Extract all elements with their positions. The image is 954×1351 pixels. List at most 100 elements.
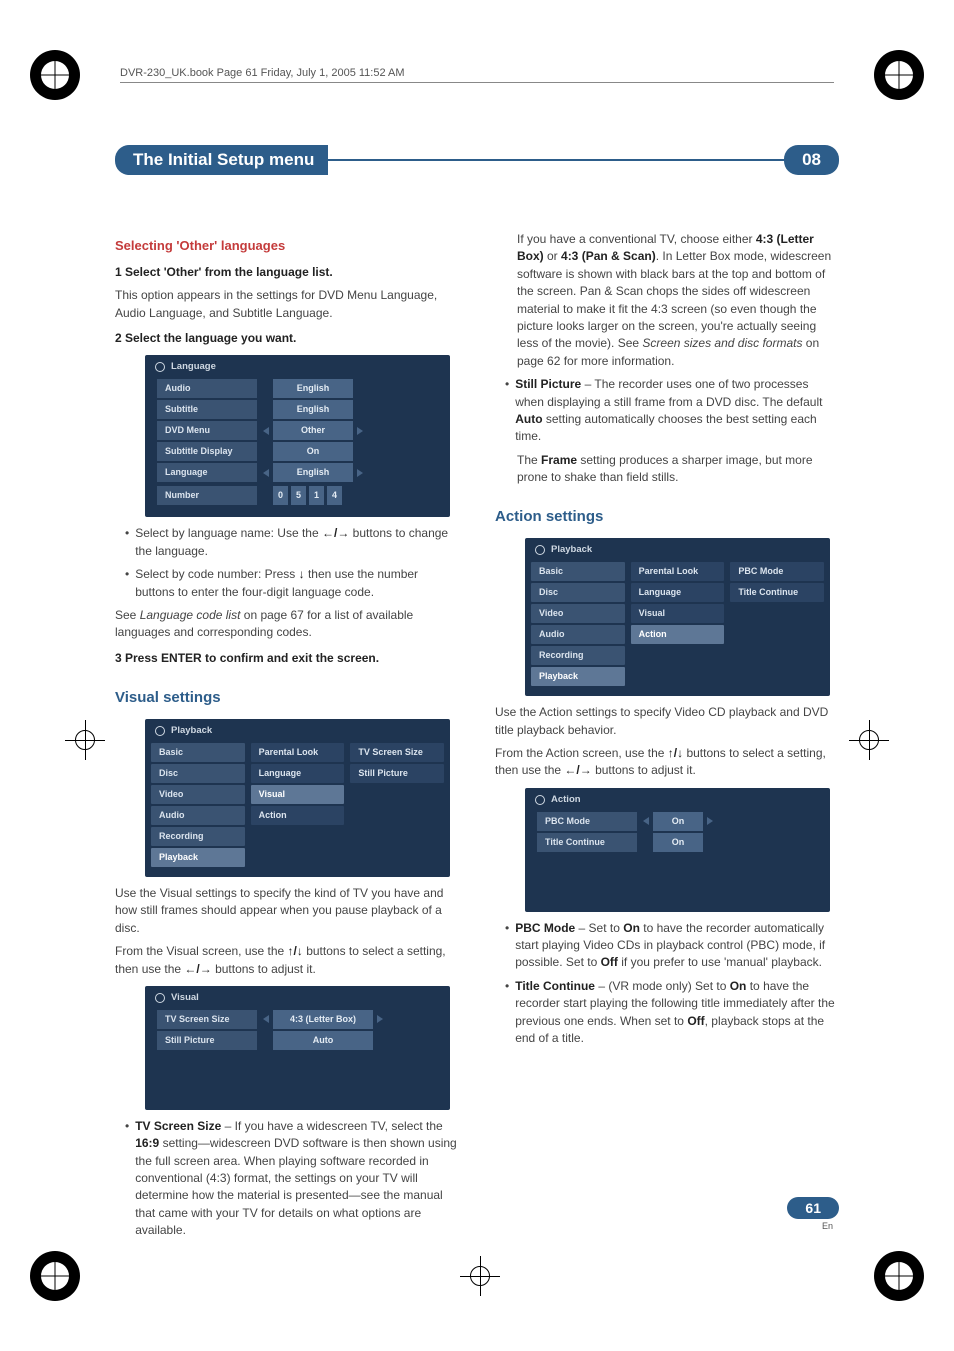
- menu-item-selected: Visual: [251, 785, 345, 804]
- body-text: Use the Visual settings to specify the k…: [115, 885, 459, 937]
- gear-icon: [535, 545, 545, 555]
- body-text: See Language code list on page 67 for a …: [115, 607, 459, 642]
- menu-title: Visual: [171, 991, 199, 1005]
- crop-mark-icon: [65, 720, 105, 760]
- body-text: From the Action screen, use the ↑/↓ butt…: [495, 745, 839, 780]
- up-down-arrow-icon: ↑/↓: [668, 746, 683, 760]
- left-right-arrow-icon: ←/→: [322, 526, 349, 540]
- code-digit: 1: [309, 486, 324, 505]
- menu-value: Auto: [273, 1031, 373, 1050]
- chapter-number: 08: [784, 145, 839, 175]
- registration-mark-icon: [30, 50, 80, 100]
- menu-item: Action: [251, 806, 345, 825]
- section-heading: Selecting 'Other' languages: [115, 237, 459, 256]
- code-digit: 4: [327, 486, 342, 505]
- bullet-text: Select by code number: Press ↓ then use …: [135, 566, 459, 601]
- menu-item: Title Continue: [537, 833, 637, 852]
- language-menu-screenshot: Language AudioEnglish SubtitleEnglish DV…: [145, 355, 450, 517]
- bullet-text: TV Screen Size – If you have a widescree…: [135, 1118, 459, 1240]
- menu-item: Language: [157, 463, 257, 482]
- body-text: The Frame setting produces a sharper ima…: [517, 452, 839, 487]
- menu-item: Parental Look: [631, 562, 725, 581]
- section-heading: Action settings: [495, 506, 839, 528]
- menu-value: English: [273, 463, 353, 482]
- menu-item: PBC Mode: [537, 812, 637, 831]
- menu-item: TV Screen Size: [350, 743, 444, 762]
- menu-item-selected: Playback: [531, 667, 625, 686]
- menu-value: On: [653, 812, 703, 831]
- menu-value: Other: [273, 421, 353, 440]
- menu-value: 4:3 (Letter Box): [273, 1010, 373, 1029]
- menu-item: Number: [157, 486, 257, 505]
- gear-icon: [155, 362, 165, 372]
- menu-item: Audio: [151, 806, 245, 825]
- bullet-text: Select by language name: Use the ←/→ but…: [135, 525, 459, 560]
- menu-item: PBC Mode: [730, 562, 824, 581]
- crop-mark-icon: [849, 720, 889, 760]
- menu-item: TV Screen Size: [157, 1010, 257, 1029]
- code-digit: 0: [273, 486, 288, 505]
- menu-title: Playback: [171, 724, 212, 738]
- chapter-title: The Initial Setup menu: [115, 145, 328, 175]
- menu-item: Disc: [151, 764, 245, 783]
- menu-item: Still Picture: [157, 1031, 257, 1050]
- body-text: If you have a conventional TV, choose ei…: [517, 231, 839, 370]
- action-menu-screenshot: Action PBC Mode On Title Continue On: [525, 788, 830, 912]
- visual-menu-screenshot: Visual TV Screen Size 4:3 (Letter Box) St…: [145, 986, 450, 1110]
- left-right-arrow-icon: ←/→: [184, 962, 211, 976]
- bullet-text: PBC Mode – Set to On to have the recorde…: [515, 920, 839, 972]
- menu-item: Parental Look: [251, 743, 345, 762]
- body-text: This option appears in the settings for …: [115, 287, 459, 322]
- registration-mark-icon: [874, 1251, 924, 1301]
- registration-mark-icon: [874, 50, 924, 100]
- menu-item: Video: [531, 604, 625, 623]
- chapter-title-bar: The Initial Setup menu 08: [115, 145, 839, 175]
- playback-menu-screenshot: Playback Basic Disc Video Audio Recordin…: [525, 538, 830, 696]
- step-label: 1 Select 'Other' from the language list.: [115, 265, 333, 279]
- menu-item: Video: [151, 785, 245, 804]
- gear-icon: [155, 993, 165, 1003]
- gear-icon: [155, 726, 165, 736]
- menu-item: Language: [631, 583, 725, 602]
- page-language: En: [787, 1221, 839, 1231]
- menu-item: Audio: [157, 379, 257, 398]
- right-column: If you have a conventional TV, choose ei…: [495, 225, 839, 1246]
- page-number: 61 En: [787, 1197, 839, 1231]
- menu-item: Basic: [531, 562, 625, 581]
- left-right-arrow-icon: ←/→: [564, 763, 591, 777]
- menu-item: Disc: [531, 583, 625, 602]
- bullet-text: Still Picture – The recorder uses one of…: [515, 376, 839, 446]
- header-rule: [120, 82, 834, 83]
- menu-value: On: [653, 833, 703, 852]
- registration-mark-icon: [30, 1251, 80, 1301]
- section-heading: Visual settings: [115, 687, 459, 709]
- playback-menu-screenshot: Playback Basic Disc Video Audio Recordin…: [145, 719, 450, 877]
- code-digit: 5: [291, 486, 306, 505]
- menu-item: Recording: [531, 646, 625, 665]
- menu-item: Language: [251, 764, 345, 783]
- menu-title: Language: [171, 360, 216, 374]
- menu-value: English: [273, 400, 353, 419]
- up-down-arrow-icon: ↑/↓: [288, 944, 303, 958]
- page-number-badge: 61: [787, 1197, 839, 1219]
- menu-item: Basic: [151, 743, 245, 762]
- menu-item: Visual: [631, 604, 725, 623]
- menu-value: English: [273, 379, 353, 398]
- left-column: Selecting 'Other' languages 1 Select 'Ot…: [115, 225, 459, 1246]
- menu-item: Still Picture: [350, 764, 444, 783]
- menu-item: Title Continue: [730, 583, 824, 602]
- menu-item: Subtitle: [157, 400, 257, 419]
- body-text: From the Visual screen, use the ↑/↓ butt…: [115, 943, 459, 978]
- crop-mark-icon: [460, 1256, 500, 1296]
- bullet-text: Title Continue – (VR mode only) Set to O…: [515, 978, 839, 1048]
- step-label: 2 Select the language you want.: [115, 331, 296, 345]
- menu-item: Recording: [151, 827, 245, 846]
- menu-title: Action: [551, 793, 581, 807]
- body-text: Use the Action settings to specify Video…: [495, 704, 839, 739]
- gear-icon: [535, 795, 545, 805]
- menu-item: Subtitle Display: [157, 442, 257, 461]
- menu-item: Audio: [531, 625, 625, 644]
- menu-value: On: [273, 442, 353, 461]
- menu-title: Playback: [551, 543, 592, 557]
- book-meta: DVR-230_UK.book Page 61 Friday, July 1, …: [120, 67, 405, 79]
